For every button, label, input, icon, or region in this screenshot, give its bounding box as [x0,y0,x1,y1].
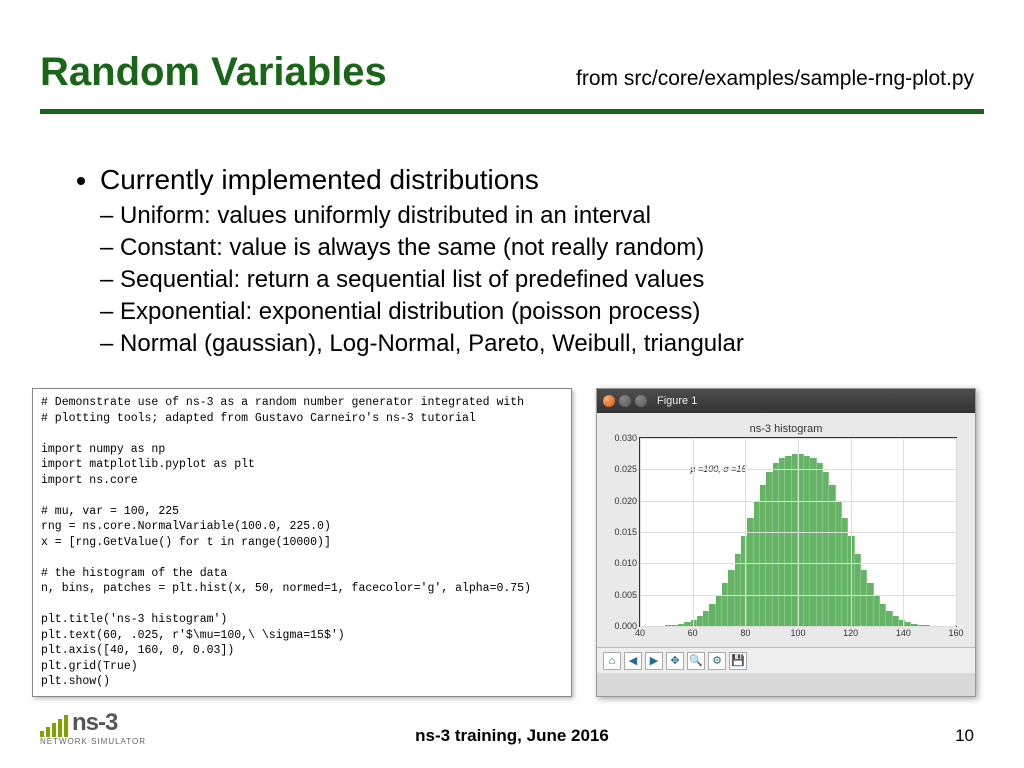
save-icon[interactable]: 💾 [729,652,747,670]
home-icon[interactable]: ⌂ [603,652,621,670]
bullet-sub-item: Sequential: return a sequential list of … [100,266,984,294]
histogram-chart: μ =100, σ =15 0.0000.0050.0100.0150.0200… [639,437,957,627]
title-divider [40,109,984,114]
x-tick-label: 60 [688,626,698,638]
y-tick-label: 0.015 [614,527,640,537]
y-tick-label: 0.005 [614,590,640,600]
bullet-list: Currently implemented distributions [100,164,984,196]
config-icon[interactable]: ⚙ [708,652,726,670]
bullet-sub-item: Uniform: values uniformly distributed in… [100,202,984,230]
figure-window: Figure 1 ns-3 histogram μ =100, σ =15 0.… [596,388,976,697]
minimize-icon[interactable] [619,395,631,407]
logo-subtitle: NETWORK SIMULATOR [40,737,146,746]
x-tick-label: 140 [896,626,911,638]
x-tick-label: 160 [948,626,963,638]
pan-icon[interactable]: ✥ [666,652,684,670]
x-tick-label: 120 [843,626,858,638]
window-title: Figure 1 [657,395,697,407]
page-title: Random Variables [40,50,387,95]
logo-text: ns-3 [72,709,117,737]
x-tick-label: 80 [740,626,750,638]
ns3-logo: ns-3 NETWORK SIMULATOR [40,709,146,746]
footer-text: ns-3 training, June 2016 [415,726,609,746]
y-tick-label: 0.010 [614,558,640,568]
plot-area: ns-3 histogram μ =100, σ =15 0.0000.0050… [597,413,975,647]
bullet-sub-item: Exponential: exponential distribution (p… [100,298,984,326]
page-number: 10 [955,726,974,746]
x-tick-label: 40 [635,626,645,638]
forward-icon[interactable]: ▶ [645,652,663,670]
chart-title: ns-3 histogram [609,423,963,435]
bullet-item: Currently implemented distributions [100,164,984,196]
bullet-sub-item: Constant: value is always the same (not … [100,234,984,262]
y-tick-label: 0.030 [614,433,640,443]
code-snippet: # Demonstrate use of ns-3 as a random nu… [32,388,572,697]
close-icon[interactable] [603,395,615,407]
y-tick-label: 0.025 [614,464,640,474]
bullet-sub-item: Normal (gaussian), Log-Normal, Pareto, W… [100,330,984,358]
maximize-icon[interactable] [635,395,647,407]
y-tick-label: 0.020 [614,496,640,506]
window-titlebar: Figure 1 [597,389,975,413]
zoom-icon[interactable]: 🔍 [687,652,705,670]
figure-toolbar: ⌂ ◀ ▶ ✥ 🔍 ⚙ 💾 [597,647,975,673]
x-tick-label: 100 [790,626,805,638]
bullet-sub-list: Uniform: values uniformly distributed in… [100,202,984,358]
source-note: from src/core/examples/sample-rng-plot.p… [576,67,974,91]
back-icon[interactable]: ◀ [624,652,642,670]
